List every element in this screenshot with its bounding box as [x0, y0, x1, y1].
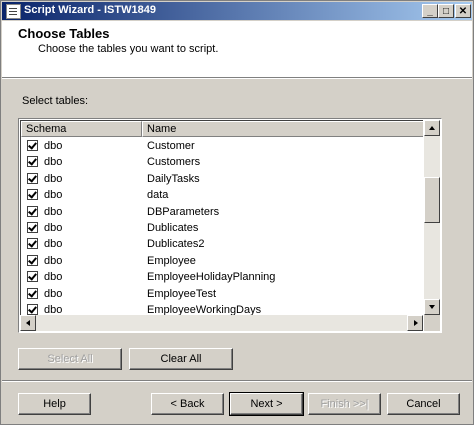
- horizontal-scrollbar[interactable]: [20, 315, 423, 331]
- row-checkbox[interactable]: [27, 140, 38, 151]
- vertical-scroll-thumb[interactable]: [424, 176, 440, 223]
- table-row[interactable]: dbo Customers: [21, 154, 423, 170]
- page-title: Choose Tables: [18, 26, 110, 41]
- select-tables-label: Select tables:: [22, 95, 89, 107]
- minimize-button[interactable]: _: [422, 4, 438, 18]
- help-button[interactable]: Help: [18, 393, 91, 415]
- table-row[interactable]: dbo Customer: [21, 138, 423, 154]
- name-cell: DailyTasks: [147, 172, 200, 185]
- schema-cell: dbo: [44, 238, 63, 251]
- row-checkbox[interactable]: [27, 205, 38, 217]
- name-cell: DBParameters: [147, 205, 220, 218]
- schema-cell: dbo: [44, 172, 63, 185]
- schema-cell: dbo: [44, 222, 63, 234]
- schema-cell: dbo: [44, 205, 63, 218]
- row-checkbox[interactable]: [27, 238, 38, 250]
- table-row[interactable]: dbo data: [21, 187, 423, 203]
- row-checkbox[interactable]: [27, 254, 38, 266]
- wizard-header: Choose Tables Choose the tables you want…: [2, 21, 472, 78]
- app-icon: [6, 4, 21, 19]
- schema-cell: dbo: [44, 140, 63, 152]
- close-button[interactable]: ✕: [455, 4, 471, 18]
- schema-cell: dbo: [44, 189, 63, 202]
- table-row[interactable]: dbo EmployeeTest: [21, 286, 423, 302]
- table-row[interactable]: dbo Employee: [21, 253, 423, 269]
- back-button[interactable]: < Back: [151, 393, 224, 415]
- name-cell: Dublicates2: [147, 238, 205, 251]
- footer-divider-highlight: [2, 381, 472, 382]
- schema-cell: dbo: [44, 304, 63, 315]
- column-header-schema[interactable]: Schema: [21, 121, 142, 137]
- scroll-up-icon[interactable]: [424, 120, 440, 136]
- maximize-button[interactable]: □: [438, 4, 454, 18]
- finish-button[interactable]: Finish >>|: [308, 393, 381, 415]
- tables-list-viewport[interactable]: Schema Name dbo Customer dbo Customers dbo Da…: [20, 120, 423, 315]
- name-cell: EmployeeHolidayPlanning: [147, 271, 276, 284]
- row-checkbox[interactable]: [27, 271, 38, 283]
- name-cell: EmployeeWorkingDays: [147, 304, 262, 315]
- row-checkbox[interactable]: [27, 222, 38, 233]
- name-cell: Customers: [147, 156, 201, 169]
- table-row[interactable]: dbo Dublicates: [21, 220, 423, 236]
- schema-cell: dbo: [44, 156, 63, 169]
- row-checkbox[interactable]: [27, 156, 38, 168]
- window-title: Script Wizard - ISTW1849: [24, 4, 156, 16]
- name-cell: data: [147, 189, 169, 202]
- cancel-button[interactable]: Cancel: [387, 393, 460, 415]
- page-subtitle: Choose the tables you want to script.: [38, 43, 219, 55]
- column-header-name[interactable]: Name: [142, 121, 423, 137]
- name-cell: EmployeeTest: [147, 287, 217, 300]
- scrollbar-corner: [424, 315, 440, 331]
- table-row[interactable]: dbo EmployeeHolidayPlanning: [21, 269, 423, 285]
- tables-list[interactable]: Schema Name dbo Customer dbo Customers dbo Da…: [18, 118, 442, 333]
- scroll-left-icon[interactable]: [20, 315, 36, 331]
- name-cell: Customer: [147, 140, 195, 152]
- schema-cell: dbo: [44, 254, 63, 267]
- table-row[interactable]: dbo Dublicates2: [21, 236, 423, 252]
- row-checkbox[interactable]: [27, 287, 38, 299]
- name-cell: Employee: [147, 254, 196, 267]
- script-wizard-window: Script Wizard - ISTW1849 _ □ ✕ Choose Ta…: [0, 0, 474, 425]
- schema-cell: dbo: [44, 271, 63, 284]
- select-all-button[interactable]: Select All: [18, 348, 122, 370]
- table-row[interactable]: dbo DBParameters: [21, 204, 423, 220]
- vertical-scrollbar[interactable]: [424, 120, 440, 315]
- schema-cell: dbo: [44, 287, 63, 300]
- row-checkbox[interactable]: [27, 172, 38, 184]
- row-checkbox[interactable]: [27, 189, 38, 201]
- scroll-down-icon[interactable]: [424, 299, 440, 315]
- scroll-right-icon[interactable]: [407, 315, 423, 331]
- next-button[interactable]: Next >: [229, 392, 304, 416]
- name-cell: Dublicates: [147, 222, 199, 234]
- table-row[interactable]: dbo DailyTasks: [21, 171, 423, 187]
- table-row[interactable]: dbo EmployeeWorkingDays: [21, 302, 423, 315]
- clear-all-button[interactable]: Clear All: [129, 348, 233, 370]
- header-divider: [2, 78, 472, 79]
- title-bar[interactable]: Script Wizard - ISTW1849 _ □ ✕: [2, 2, 472, 20]
- row-checkbox[interactable]: [27, 304, 38, 315]
